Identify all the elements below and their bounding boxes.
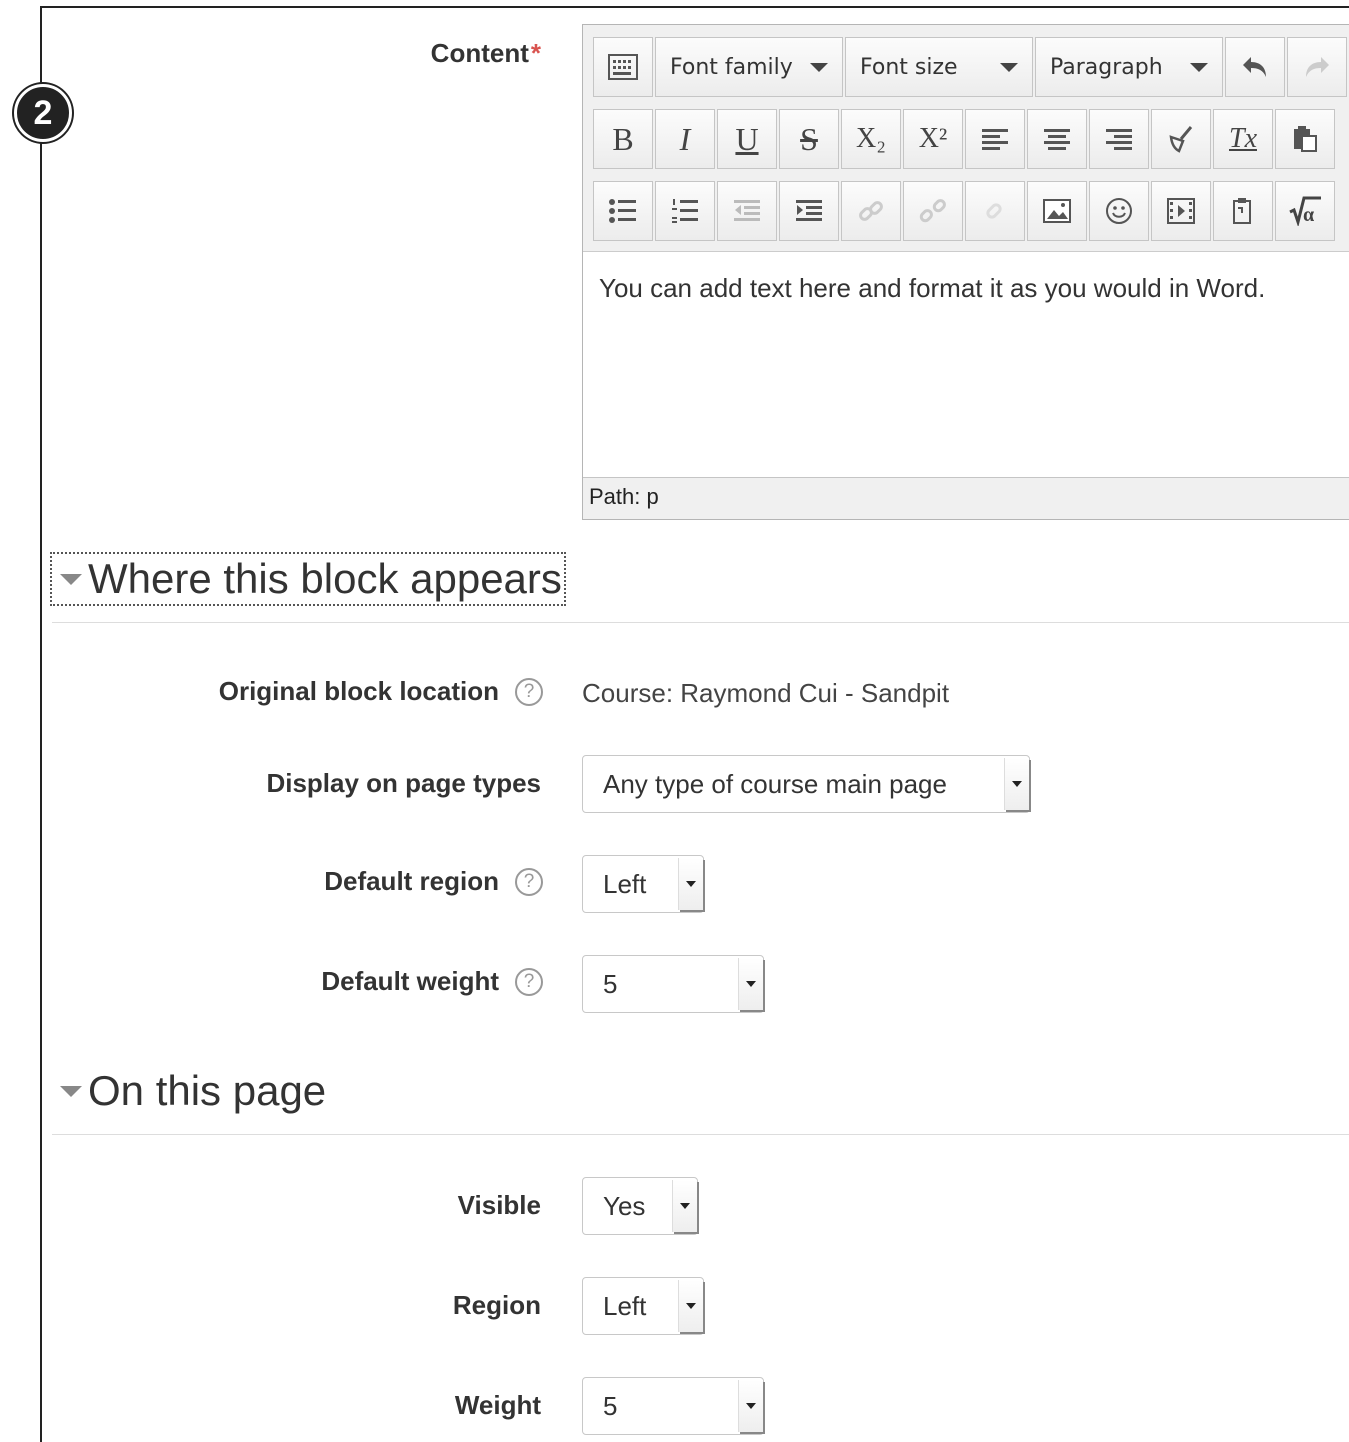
- paragraph-label: Paragraph: [1050, 54, 1163, 80]
- default-weight-value: 5: [603, 968, 618, 999]
- default-weight-text: Default weight: [321, 966, 499, 996]
- undo-icon[interactable]: [1225, 37, 1285, 97]
- section-title: On this page: [88, 1067, 327, 1114]
- display-on-page-types-value: Any type of course main page: [603, 768, 947, 799]
- bold-button[interactable]: B: [593, 109, 653, 169]
- outdent-icon[interactable]: [717, 181, 777, 241]
- visible-select[interactable]: Yes: [582, 1177, 698, 1235]
- chevron-down-icon: [1000, 62, 1018, 72]
- help-icon[interactable]: ?: [515, 867, 543, 896]
- default-region-text: Default region: [324, 866, 499, 896]
- content-label-text: Content: [430, 38, 529, 68]
- chevron-down-icon: [1004, 758, 1029, 810]
- original-block-location-label: Original block location ?: [219, 676, 543, 707]
- brush-icon[interactable]: [1151, 109, 1211, 169]
- emoticon-icon[interactable]: [1089, 181, 1149, 241]
- paragraph-dropdown[interactable]: Paragraph: [1035, 37, 1223, 97]
- display-on-page-types-select[interactable]: Any type of course main page: [582, 755, 1030, 813]
- collapse-caret-icon: [60, 1085, 82, 1097]
- bullet-list-icon[interactable]: [593, 181, 653, 241]
- media-icon[interactable]: [1151, 181, 1211, 241]
- weight-value: 5: [603, 1390, 618, 1421]
- collapse-caret-icon: [60, 573, 82, 585]
- region-label: Region: [452, 1290, 541, 1320]
- original-block-location-value: Course: Raymond Cui - Sandpit: [582, 678, 950, 708]
- paste-word-icon[interactable]: [1213, 181, 1273, 241]
- help-icon[interactable]: ?: [515, 677, 543, 706]
- font-size-dropdown[interactable]: Font size: [845, 37, 1033, 97]
- chevron-down-icon: [672, 1180, 697, 1232]
- superscript-button[interactable]: X²: [903, 109, 963, 169]
- frame-border-top: [40, 6, 1349, 8]
- toolbar-toggle-icon[interactable]: [593, 37, 653, 97]
- chevron-down-icon: [810, 62, 828, 72]
- paste-icon[interactable]: [1275, 109, 1335, 169]
- section-divider: [52, 622, 1349, 623]
- editor-toolbar: Font family Font size Paragraph B I U S: [583, 25, 1349, 252]
- chevron-down-icon: [678, 1280, 703, 1332]
- align-left-icon[interactable]: [965, 109, 1025, 169]
- chevron-down-icon: [738, 958, 763, 1010]
- indent-icon[interactable]: [779, 181, 839, 241]
- align-center-icon[interactable]: [1027, 109, 1087, 169]
- editor-content-area[interactable]: You can add text here and format it as y…: [599, 273, 1265, 304]
- default-region-label: Default region ?: [324, 866, 543, 897]
- font-size-label: Font size: [860, 54, 958, 80]
- chevron-down-icon: [738, 1380, 763, 1432]
- editor-status-path: Path: p: [583, 477, 1349, 519]
- svg-text:α: α: [1303, 204, 1314, 226]
- step-number-badge: 2: [14, 84, 72, 142]
- section-on-this-page[interactable]: On this page: [54, 1067, 327, 1114]
- frame-border-left: [40, 6, 42, 1442]
- help-icon[interactable]: ?: [515, 967, 543, 996]
- image-icon[interactable]: [1027, 181, 1087, 241]
- toolbar-row-2: B I U S X₂ X² Tx: [593, 109, 1337, 171]
- default-weight-select[interactable]: 5: [582, 955, 764, 1013]
- rich-text-editor: Font family Font size Paragraph B I U S: [582, 24, 1349, 520]
- font-family-dropdown[interactable]: Font family: [655, 37, 843, 97]
- weight-select[interactable]: 5: [582, 1377, 764, 1435]
- visible-value: Yes: [603, 1190, 646, 1221]
- default-weight-label: Default weight ?: [321, 966, 543, 997]
- toolbar-row-1: Font family Font size Paragraph: [593, 37, 1349, 99]
- content-label: Content *: [431, 38, 541, 69]
- align-right-icon[interactable]: [1089, 109, 1149, 169]
- required-marker: *: [530, 38, 541, 68]
- font-family-label: Font family: [670, 54, 793, 80]
- redo-icon[interactable]: [1287, 37, 1347, 97]
- section-title: Where this block appears: [88, 555, 562, 602]
- link-icon[interactable]: [841, 181, 901, 241]
- original-block-location-text: Original block location: [218, 676, 499, 706]
- anchor-icon[interactable]: [965, 181, 1025, 241]
- toolbar-row-3: α: [593, 181, 1337, 243]
- numbered-list-icon[interactable]: [655, 181, 715, 241]
- section-where-this-block-appears[interactable]: Where this block appears: [50, 552, 566, 606]
- display-on-page-types-label: Display on page types: [266, 768, 541, 798]
- chevron-down-icon: [678, 858, 703, 910]
- strikethrough-button[interactable]: S: [779, 109, 839, 169]
- underline-button[interactable]: U: [717, 109, 777, 169]
- subscript-button[interactable]: X₂: [841, 109, 901, 169]
- visible-label: Visible: [457, 1190, 541, 1220]
- unlink-icon[interactable]: [903, 181, 963, 241]
- default-region-select[interactable]: Left: [582, 855, 704, 913]
- clear-format-icon[interactable]: Tx: [1213, 109, 1273, 169]
- chevron-down-icon: [1190, 62, 1208, 72]
- default-region-value: Left: [603, 868, 647, 899]
- weight-label: Weight: [454, 1390, 541, 1420]
- region-value: Left: [603, 1290, 647, 1321]
- italic-button[interactable]: I: [655, 109, 715, 169]
- section-divider: [52, 1134, 1349, 1135]
- equation-icon[interactable]: α: [1275, 181, 1335, 241]
- region-select[interactable]: Left: [582, 1277, 704, 1335]
